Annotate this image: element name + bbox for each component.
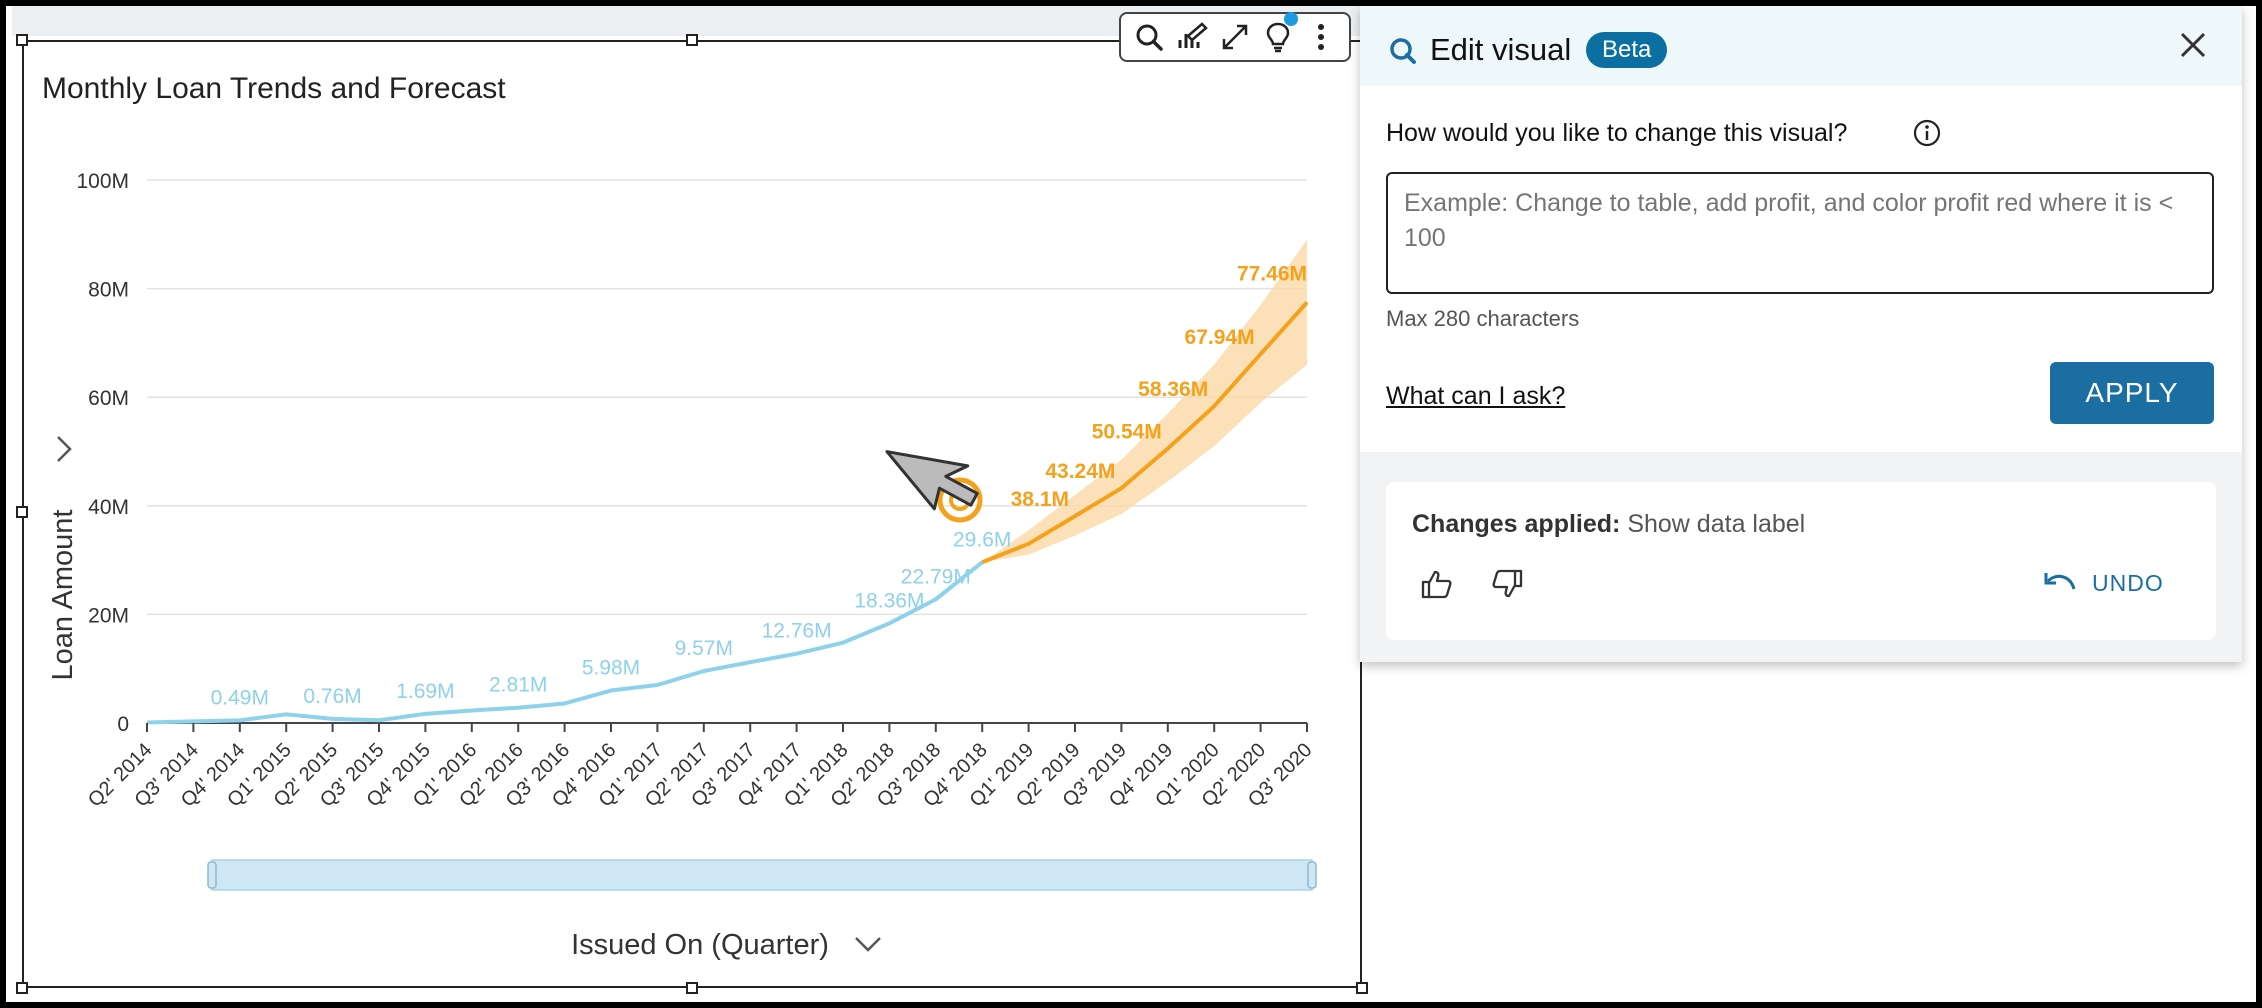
info-button[interactable] bbox=[1912, 118, 1942, 153]
range-slider-handle-left[interactable] bbox=[207, 861, 217, 889]
data-label: 29.6M bbox=[953, 528, 1011, 551]
y-axis-ticks: 100M 80M 60M 40M 20M 0 bbox=[76, 170, 129, 736]
data-label: 5.98M bbox=[582, 657, 640, 680]
notification-dot bbox=[1284, 12, 1298, 26]
visual-toolbar bbox=[1119, 12, 1351, 62]
y-tick-label: 20M bbox=[88, 604, 129, 627]
y-tick-label: 100M bbox=[76, 170, 129, 193]
data-label: 50.54M bbox=[1092, 421, 1162, 444]
data-label: 9.57M bbox=[675, 637, 733, 660]
chart-edit-icon bbox=[1178, 22, 1208, 48]
question-label: How would you like to change this visual… bbox=[1386, 119, 1848, 147]
changes-value: Show data label bbox=[1627, 510, 1806, 538]
more-options-icon bbox=[1318, 24, 1325, 50]
undo-label: UNDO bbox=[2092, 570, 2164, 596]
data-label: 12.76M bbox=[762, 620, 832, 643]
changes-card: Changes applied: Show data label UNDO bbox=[1386, 482, 2216, 640]
data-label: 1.69M bbox=[396, 680, 454, 703]
data-label: 22.79M bbox=[901, 565, 971, 588]
data-label: 0.76M bbox=[303, 685, 361, 708]
undo-button[interactable]: UNDO bbox=[2042, 570, 2164, 597]
changes-text: Changes applied: Show data label bbox=[1412, 510, 1805, 539]
y-tick-label: 40M bbox=[88, 496, 129, 519]
x-axis-ticks: Q2' 2014Q3' 2014Q4' 2014Q1' 2015Q2' 2015… bbox=[84, 723, 1317, 811]
close-icon bbox=[2180, 32, 2206, 58]
beta-badge: Beta bbox=[1586, 32, 1668, 68]
range-slider-track[interactable] bbox=[211, 859, 1313, 891]
y-tick-label: 0 bbox=[117, 713, 129, 736]
data-label: 2.81M bbox=[489, 674, 547, 697]
apply-button[interactable]: APPLY bbox=[2050, 362, 2214, 424]
data-label: 43.24M bbox=[1045, 460, 1115, 483]
max-characters-hint: Max 280 characters bbox=[1386, 306, 1580, 331]
data-label: 38.1M bbox=[1011, 488, 1069, 511]
mouse-cursor-icon bbox=[885, 450, 979, 511]
panel-header: Edit visual Beta bbox=[1360, 6, 2242, 86]
edit-prompt-input[interactable] bbox=[1386, 172, 2214, 294]
insight-bulb-icon bbox=[1266, 22, 1290, 53]
data-label: 18.36M bbox=[854, 589, 924, 612]
changes-label: Changes applied: bbox=[1412, 510, 1621, 538]
what-can-i-ask-link[interactable]: What can I ask? bbox=[1386, 382, 1565, 411]
search-icon bbox=[1136, 24, 1163, 51]
thumbs-up-button[interactable] bbox=[1420, 568, 1454, 605]
x-axis-label[interactable]: Issued On (Quarter) bbox=[571, 929, 829, 961]
toolbar-more-button[interactable] bbox=[1304, 20, 1338, 54]
info-icon bbox=[1913, 119, 1941, 147]
actual-series-line bbox=[146, 560, 984, 725]
data-label: 0.49M bbox=[211, 686, 269, 709]
undo-icon bbox=[2044, 572, 2076, 590]
y-tick-label: 80M bbox=[88, 279, 129, 302]
close-panel-button[interactable] bbox=[2178, 30, 2208, 65]
data-label: 67.94M bbox=[1185, 326, 1255, 349]
y-axis-label: Loan Amount bbox=[47, 510, 79, 681]
x-axis-chevron-icon[interactable] bbox=[855, 937, 881, 952]
q-search-icon bbox=[1390, 38, 1416, 64]
expand-icon bbox=[1222, 24, 1248, 50]
y-axis-chevron-icon[interactable] bbox=[57, 436, 72, 462]
y-tick-label: 60M bbox=[88, 387, 129, 410]
toolbar-edit-visual-button[interactable] bbox=[1175, 20, 1209, 54]
thumbs-up-icon bbox=[1421, 570, 1452, 599]
range-slider-handle-right[interactable] bbox=[1307, 861, 1317, 889]
edit-visual-panel: Edit visual Beta How would you like to c… bbox=[1360, 6, 2242, 662]
thumbs-down-button[interactable] bbox=[1490, 568, 1524, 605]
data-label: 77.46M bbox=[1237, 262, 1307, 285]
toolbar-search-button[interactable] bbox=[1132, 20, 1166, 54]
toolbar-expand-button[interactable] bbox=[1218, 20, 1252, 54]
panel-title: Edit visual bbox=[1430, 32, 1572, 67]
data-label: 58.36M bbox=[1138, 378, 1208, 401]
thumbs-down-icon bbox=[1492, 569, 1523, 598]
loan-chart: 100M 80M 60M 40M 20M 0 Q2' 2014Q3' 2014Q4' 20… bbox=[47, 170, 1317, 961]
